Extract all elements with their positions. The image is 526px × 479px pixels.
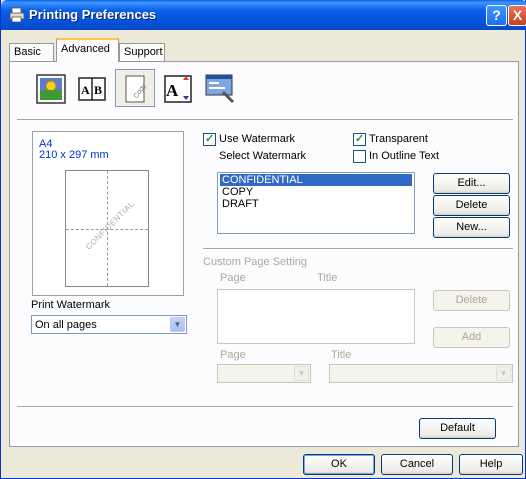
preview-page: CONFIDENTIAL — [65, 170, 149, 287]
scaling-button[interactable]: A — [158, 69, 198, 107]
list-item[interactable]: DRAFT — [220, 198, 259, 210]
paper-dimensions: 210 x 297 mm — [39, 149, 109, 161]
printing-preferences-window: Printing Preferences ? X Basic Advanced … — [0, 0, 526, 479]
add-button: Add — [433, 327, 510, 348]
list-item[interactable]: COPY — [220, 186, 253, 198]
duplex-booklet-button[interactable]: A B — [72, 69, 112, 107]
custom-page-setting-label: Custom Page Setting — [203, 256, 307, 268]
help-button[interactable]: Help — [459, 454, 523, 475]
print-watermark-value: On all pages — [35, 319, 97, 331]
select-watermark-label: Select Watermark — [219, 150, 307, 162]
list-item[interactable]: CONFIDENTIAL — [220, 174, 412, 186]
title-select-label: Title — [331, 349, 352, 361]
page-select: ▼ — [217, 364, 311, 383]
use-watermark-label: Use Watermark — [219, 133, 295, 145]
print-watermark-select[interactable]: On all pages ▼ — [31, 315, 187, 334]
watermark-list[interactable]: CONFIDENTIAL COPY DRAFT — [217, 172, 415, 234]
delete-watermark-button[interactable]: Delete — [433, 195, 510, 216]
title-column-header: Title — [317, 272, 338, 284]
svg-text:B: B — [94, 83, 102, 97]
new-button[interactable]: New... — [433, 217, 510, 238]
preview-watermark-text: CONFIDENTIAL — [83, 199, 137, 252]
transparent-checkbox[interactable]: ✓ — [353, 133, 366, 146]
title-select: ▼ — [329, 364, 513, 383]
help-title-button[interactable]: ? — [486, 5, 507, 26]
duplex-booklet-icon: A B — [78, 77, 106, 101]
default-button[interactable]: Default — [419, 418, 496, 439]
watermark-icon: Copy — [125, 75, 148, 103]
printer-icon — [9, 7, 25, 23]
print-quality-icon — [36, 74, 66, 104]
window-title: Printing Preferences — [29, 7, 157, 22]
print-watermark-label: Print Watermark — [31, 299, 111, 311]
in-outline-text-label: In Outline Text — [369, 150, 440, 162]
paper-size-label: A4 210 x 297 mm — [39, 139, 109, 161]
other-print-options-icon — [205, 74, 235, 104]
scaling-icon: A — [164, 75, 192, 103]
edit-button[interactable]: Edit... — [433, 173, 510, 194]
toolbar-divider — [17, 119, 513, 121]
chevron-down-icon: ▼ — [294, 366, 309, 381]
print-quality-button[interactable] — [31, 69, 71, 107]
ok-button[interactable]: OK — [303, 454, 375, 475]
tab-advanced[interactable]: Advanced — [56, 38, 119, 62]
title-bar[interactable]: Printing Preferences ? X — [1, 0, 526, 30]
custom-page-divider — [203, 248, 513, 250]
cancel-button[interactable]: Cancel — [381, 454, 453, 475]
page-select-label: Page — [220, 349, 246, 361]
other-print-options-button[interactable] — [200, 69, 240, 107]
custom-page-list — [217, 289, 415, 344]
tab-support[interactable]: Support — [119, 43, 165, 61]
delete-custom-page-button: Delete — [433, 290, 510, 311]
svg-text:A: A — [166, 81, 179, 100]
in-outline-text-checkbox[interactable] — [353, 150, 366, 163]
svg-text:A: A — [81, 83, 90, 97]
tab-basic[interactable]: Basic — [9, 43, 54, 61]
chevron-down-icon[interactable]: ▼ — [170, 317, 185, 332]
chevron-down-icon: ▼ — [496, 366, 511, 381]
close-button[interactable]: X — [508, 5, 526, 26]
transparent-label: Transparent — [369, 133, 428, 145]
page-column-header: Page — [220, 272, 246, 284]
use-watermark-checkbox[interactable]: ✓ — [203, 133, 216, 146]
watermark-button[interactable]: Copy — [115, 69, 155, 107]
footer-divider — [17, 406, 513, 408]
